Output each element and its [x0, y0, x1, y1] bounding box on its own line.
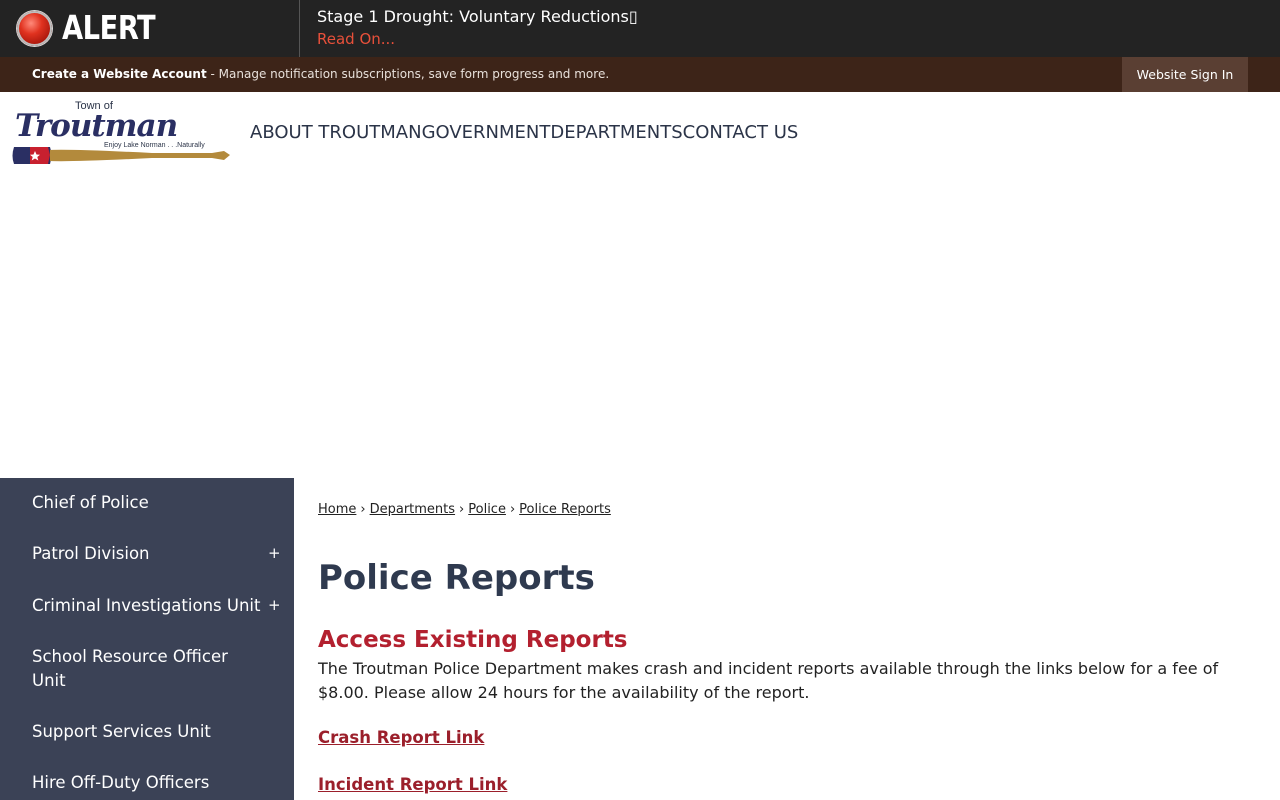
main-nav: ABOUT TROUTMAN GOVERNMENT DEPARTMENTS CO… [250, 122, 798, 143]
svg-text:Enjoy Lake Norman . . .Natural: Enjoy Lake Norman . . .Naturally [104, 142, 205, 149]
breadcrumb: Home › Departments › Police › Police Reports [318, 502, 611, 517]
breadcrumb-police[interactable]: Police [468, 502, 506, 517]
create-account-link[interactable]: Create a Website Account [32, 67, 207, 81]
alert-icon [17, 11, 52, 46]
page-title: Police Reports [318, 558, 595, 598]
sidebar-item-support-services-unit[interactable]: Support Services Unit [32, 720, 282, 744]
breadcrumb-departments[interactable]: Departments [370, 502, 455, 517]
crash-report-link[interactable]: Crash Report Link [318, 728, 484, 747]
alert-bar: ALERT Stage 1 Drought: Voluntary Reducti… [0, 0, 1280, 57]
reports-description: The Troutman Police Department makes cra… [318, 659, 1219, 702]
svg-text:Troutman: Troutman [15, 108, 177, 144]
nav-item-departments[interactable]: DEPARTMENTS [550, 122, 682, 143]
breadcrumb-separator: › [509, 502, 516, 517]
sidebar: Chief of Police Patrol Division + Crimin… [0, 478, 294, 800]
nav-item-government[interactable]: GOVERNMENT [422, 122, 551, 143]
troutman-logo-icon: Town of Troutman Enjoy Lake Norman . . .… [12, 100, 230, 164]
breadcrumb-home[interactable]: Home [318, 502, 356, 517]
breadcrumb-separator: › [360, 502, 366, 517]
expand-patrol-division-icon[interactable]: + [268, 544, 281, 562]
alert-message: Stage 1 Drought: Voluntary Reductions▯ [317, 7, 638, 26]
breadcrumb-police-reports[interactable]: Police Reports [519, 502, 611, 517]
account-bar-description: - Manage notification subscriptions, sav… [206, 67, 610, 81]
site-logo[interactable]: Town of Troutman Enjoy Lake Norman . . .… [12, 98, 232, 168]
sidebar-item-chief-of-police[interactable]: Chief of Police [32, 491, 282, 515]
incident-report-link[interactable]: Incident Report Link [318, 775, 507, 794]
nav-item-contact-us[interactable]: CONTACT US [683, 122, 799, 143]
section-title: Access Existing Reports [318, 627, 628, 653]
breadcrumb-separator: › [459, 502, 465, 517]
alert-title: ALERT [62, 8, 156, 47]
alert-label-area: ALERT [0, 0, 300, 57]
sidebar-item-school-resource-officer-unit[interactable]: School Resource Officer Unit [32, 645, 232, 693]
account-bar: Create a Website Account - Manage notifi… [0, 57, 1280, 92]
expand-criminal-investigations-icon[interactable]: + [268, 596, 281, 614]
nav-item-about-troutman[interactable]: ABOUT TROUTMAN [250, 122, 422, 143]
sidebar-item-hire-off-duty-officers[interactable]: Hire Off-Duty Officers [32, 771, 282, 795]
sidebar-item-criminal-investigations-unit[interactable]: Criminal Investigations Unit [32, 594, 282, 618]
alert-read-on-link[interactable]: Read On... [317, 30, 395, 48]
website-sign-in-button[interactable]: Website Sign In [1122, 57, 1248, 92]
account-bar-text: Create a Website Account - Manage notifi… [32, 67, 609, 81]
sidebar-item-patrol-division[interactable]: Patrol Division [32, 542, 282, 566]
